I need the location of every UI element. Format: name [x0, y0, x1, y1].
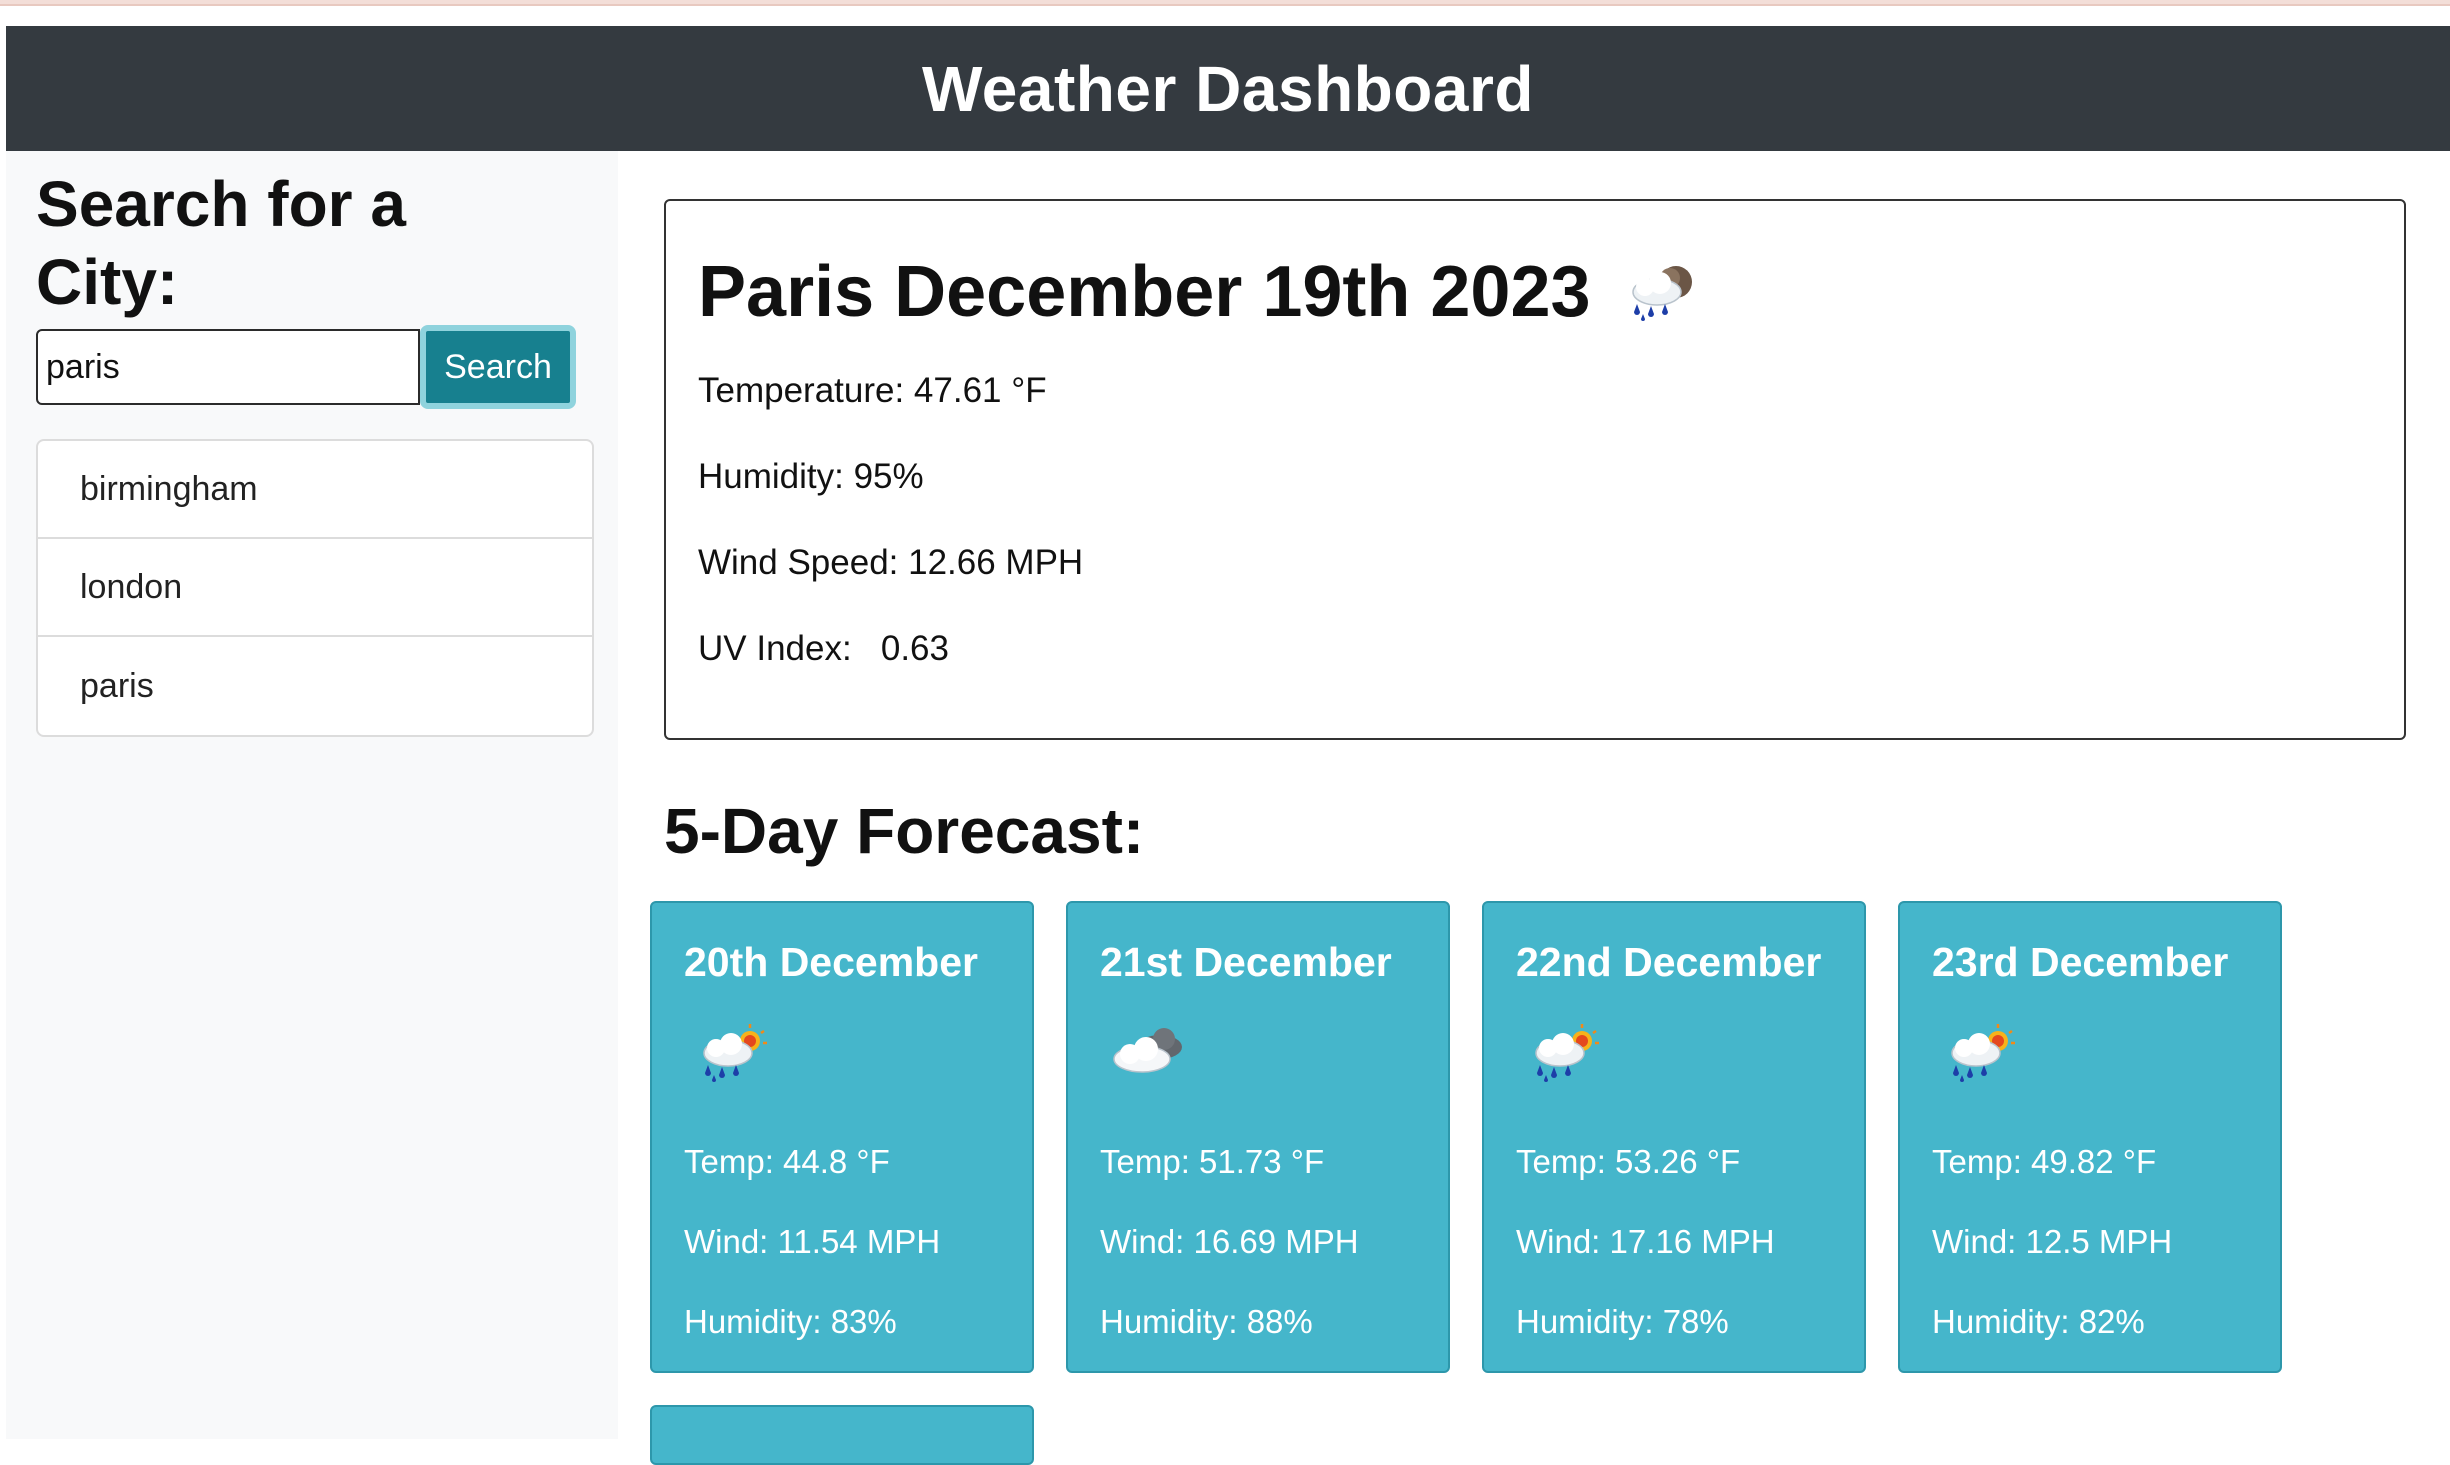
- page-title: Weather Dashboard: [922, 52, 1534, 125]
- forecast-temp: Temp: 51.73 °F: [1100, 1143, 1325, 1180]
- current-uv-index: UV Index: 0.63: [698, 629, 949, 668]
- history-item-london[interactable]: london: [38, 539, 592, 637]
- forecast-date: 22nd December: [1516, 939, 1822, 985]
- forecast-date: 20th December: [684, 939, 978, 985]
- forecast-temp: Temp: 53.26 °F: [1516, 1143, 1741, 1180]
- history-item-birmingham[interactable]: birmingham: [38, 441, 592, 539]
- forecast-heading: 5-Day Forecast:: [664, 795, 1145, 867]
- forecast-wind: Wind: 16.69 MPH: [1100, 1223, 1359, 1260]
- search-history-list: birmingham london paris: [36, 439, 594, 737]
- browser-top-edge: [0, 0, 2450, 6]
- cloud-icon: [1113, 1028, 1182, 1073]
- current-temperature: Temperature: 47.61 °F: [698, 371, 1047, 410]
- current-city-date: Paris December 19th 2023: [698, 252, 1591, 332]
- rain-sun-icon: [1951, 1024, 2015, 1082]
- forecast-card: 21st December Temp: 51.73 °F Wind: 16.69…: [1066, 901, 1450, 1373]
- city-search-input[interactable]: [36, 329, 420, 405]
- forecast-card: 23rd December Temp: 49.82 °F Wind: 12.5 …: [1898, 901, 2282, 1373]
- current-humidity: Humidity: 95%: [698, 457, 924, 496]
- forecast-wind: Wind: 12.5 MPH: [1932, 1223, 2173, 1260]
- forecast-date: 21st December: [1100, 939, 1392, 985]
- forecast-humidity: Humidity: 83%: [684, 1303, 897, 1340]
- forecast-card: 22nd December Temp: 53.26 °F Wind: 17.16…: [1482, 901, 1866, 1373]
- forecast-humidity: Humidity: 78%: [1516, 1303, 1729, 1340]
- search-sidebar: Search for a City: Search birmingham lon…: [6, 151, 618, 1439]
- rain-sun-icon: [1535, 1024, 1599, 1082]
- current-wind-speed: Wind Speed: 12.66 MPH: [698, 543, 1084, 582]
- page-header: Weather Dashboard: [6, 26, 2450, 151]
- forecast-temp: Temp: 44.8 °F: [684, 1143, 890, 1180]
- rain-sun-icon: [703, 1024, 767, 1082]
- rain-cloud-icon: [1631, 266, 1692, 321]
- forecast-date: 23rd December: [1932, 939, 2229, 985]
- forecast-card-partial: [650, 1405, 1034, 1465]
- current-weather-header: Paris December 19th 2023: [698, 251, 1701, 333]
- forecast-wind: Wind: 11.54 MPH: [684, 1223, 941, 1260]
- search-button[interactable]: Search: [420, 325, 576, 409]
- history-item-paris[interactable]: paris: [38, 637, 592, 735]
- forecast-temp: Temp: 49.82 °F: [1932, 1143, 2157, 1180]
- forecast-card: 20th December Temp: 44.8 °F Wind: 11.54 …: [650, 901, 1034, 1373]
- search-heading: Search for a City:: [36, 168, 406, 318]
- current-weather-card: Paris December 19th 2023 Temperature: 47…: [664, 199, 2406, 740]
- forecast-wind: Wind: 17.16 MPH: [1516, 1223, 1775, 1260]
- forecast-humidity: Humidity: 82%: [1932, 1303, 2145, 1340]
- forecast-humidity: Humidity: 88%: [1100, 1303, 1313, 1340]
